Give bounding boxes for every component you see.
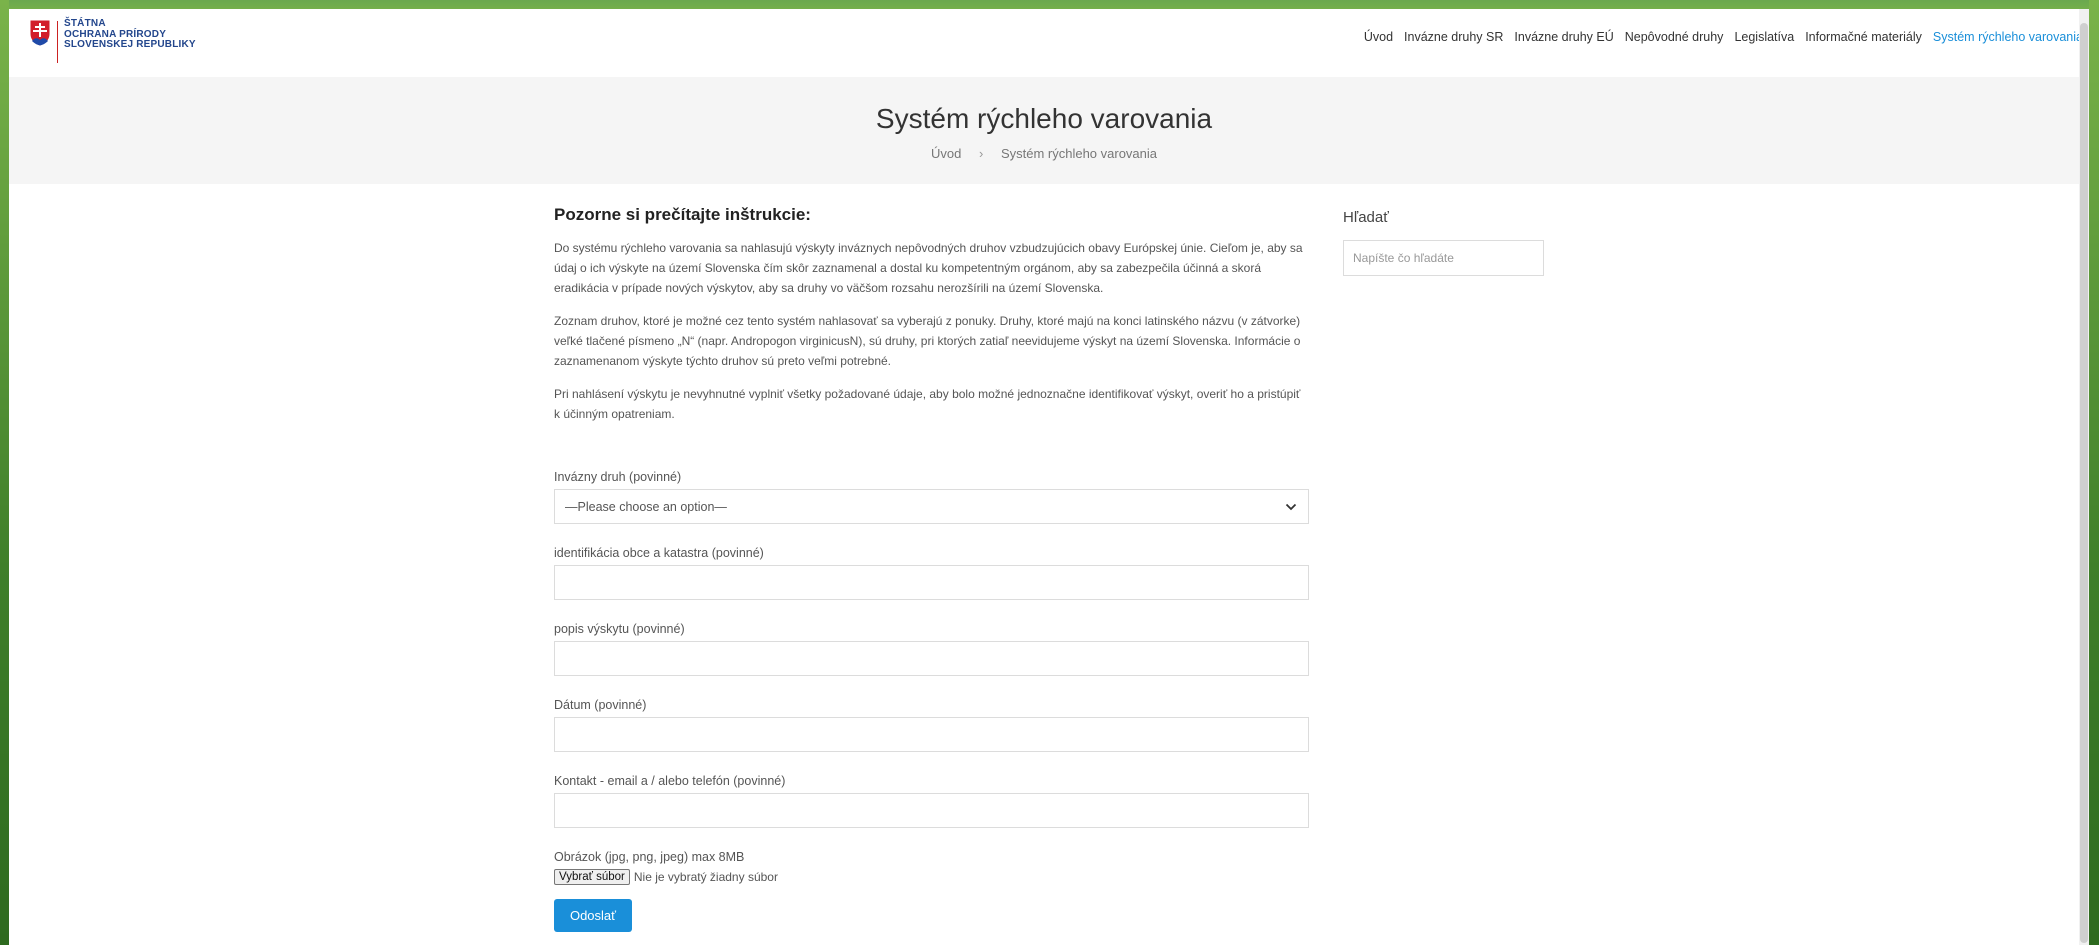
- page-title-band: Systém rýchleho varovania Úvod › Systém …: [9, 77, 2079, 184]
- date-label: Dátum (povinné): [554, 698, 647, 712]
- left-background-strip: [0, 0, 9, 945]
- species-select[interactable]: —Please choose an option—: [554, 489, 1309, 524]
- nav-item-informacne-materialy[interactable]: Informačné materiály: [1805, 30, 1922, 44]
- page-title: Systém rýchleho varovania: [875, 103, 1213, 134]
- municipality-label: identifikácia obce a katastra (povinné): [554, 546, 764, 560]
- browser-page: ŠTÁTNA OCHRANA PRÍRODY SLOVENSKEJ REPUBL…: [9, 9, 2089, 945]
- description-field: popis výskytu (povinné): [554, 622, 1309, 676]
- description-label: popis výskytu (povinné): [554, 622, 685, 636]
- nav-item-invazne-druhy-sr[interactable]: Invázne druhy SR: [1404, 30, 1503, 44]
- image-field: Obrázok (jpg, png, jpeg) max 8MB Vybrať …: [554, 850, 1309, 885]
- contact-input[interactable]: [554, 793, 1309, 828]
- nav-item-legislativa[interactable]: Legislatíva: [1734, 30, 1794, 44]
- logo-divider: [57, 21, 58, 63]
- file-status: Nie je vybratý žiadny súbor: [633, 870, 778, 884]
- nav-item-uvod[interactable]: Úvod: [1364, 30, 1393, 44]
- sidebar: Hľadať: [1343, 209, 1544, 276]
- nav-item-invazne-druhy-eu[interactable]: Invázne druhy EÚ: [1514, 30, 1613, 44]
- contact-field: Kontakt - email a / alebo telefón (povin…: [554, 774, 1309, 828]
- submit-button[interactable]: Odoslať: [554, 899, 632, 932]
- right-background-strip: [2089, 0, 2099, 945]
- site-logo[interactable]: ŠTÁTNA OCHRANA PRÍRODY SLOVENSKEJ REPUBL…: [29, 18, 196, 63]
- species-selected-value: —Please choose an option—: [565, 499, 727, 514]
- date-input[interactable]: [554, 717, 1309, 752]
- choose-file-button[interactable]: Vybrať súbor: [554, 869, 630, 885]
- nav-item-nepovodne-druhy[interactable]: Nepôvodné druhy: [1625, 30, 1724, 44]
- search-title: Hľadať: [1343, 209, 1389, 226]
- logo-line-3: SLOVENSKEJ REPUBLIKY: [64, 39, 196, 50]
- species-label: Invázny druh (povinné): [554, 470, 682, 484]
- description-input[interactable]: [554, 641, 1309, 676]
- logo-text: ŠTÁTNA OCHRANA PRÍRODY SLOVENSKEJ REPUBL…: [64, 18, 196, 51]
- main-content: Pozorne si prečítajte inštrukcie: Do sys…: [554, 205, 1309, 932]
- page-scrollbar[interactable]: [2079, 9, 2089, 945]
- breadcrumb-home-link[interactable]: Úvod: [931, 146, 961, 161]
- slovak-coat-of-arms-icon: [29, 19, 51, 47]
- municipality-input[interactable]: [554, 565, 1309, 600]
- logo-line-1: ŠTÁTNA: [64, 18, 106, 29]
- breadcrumb-separator-icon: ›: [978, 146, 984, 161]
- nav-item-system-rychleho-varovania[interactable]: Systém rýchleho varovania: [1933, 30, 2083, 44]
- search-input[interactable]: [1343, 240, 1544, 276]
- instructions-title: Pozorne si prečítajte inštrukcie:: [554, 205, 811, 224]
- breadcrumb-current: Systém rýchleho varovania: [1000, 146, 1158, 161]
- instructions-paragraph-2: Zoznam druhov, ktoré je možné cez tento …: [554, 314, 1301, 368]
- date-field: Dátum (povinné): [554, 698, 1309, 752]
- breadcrumb: Úvod › Systém rýchleho varovania: [9, 146, 2079, 161]
- instructions-paragraph-3: Pri nahlásení výskytu je nevyhnutné vypl…: [554, 387, 1301, 421]
- chevron-down-icon: [1285, 503, 1297, 510]
- image-label: Obrázok (jpg, png, jpeg) max 8MB: [554, 850, 745, 864]
- scrollbar-thumb[interactable]: [2080, 23, 2088, 943]
- main-navigation: Úvod Invázne druhy SR Invázne druhy EÚ N…: [1364, 30, 2083, 44]
- contact-label: Kontakt - email a / alebo telefón (povin…: [554, 774, 786, 788]
- report-form: Invázny druh (povinné) —Please choose an…: [554, 470, 1309, 932]
- file-picker: Vybrať súbor Nie je vybratý žiadny súbor: [554, 869, 1309, 885]
- municipality-field: identifikácia obce a katastra (povinné): [554, 546, 1309, 600]
- site-header: ŠTÁTNA OCHRANA PRÍRODY SLOVENSKEJ REPUBL…: [9, 9, 2089, 77]
- species-field: Invázny druh (povinné) —Please choose an…: [554, 470, 1309, 524]
- instructions-paragraph-1: Do systému rýchleho varovania sa nahlasu…: [554, 241, 1303, 295]
